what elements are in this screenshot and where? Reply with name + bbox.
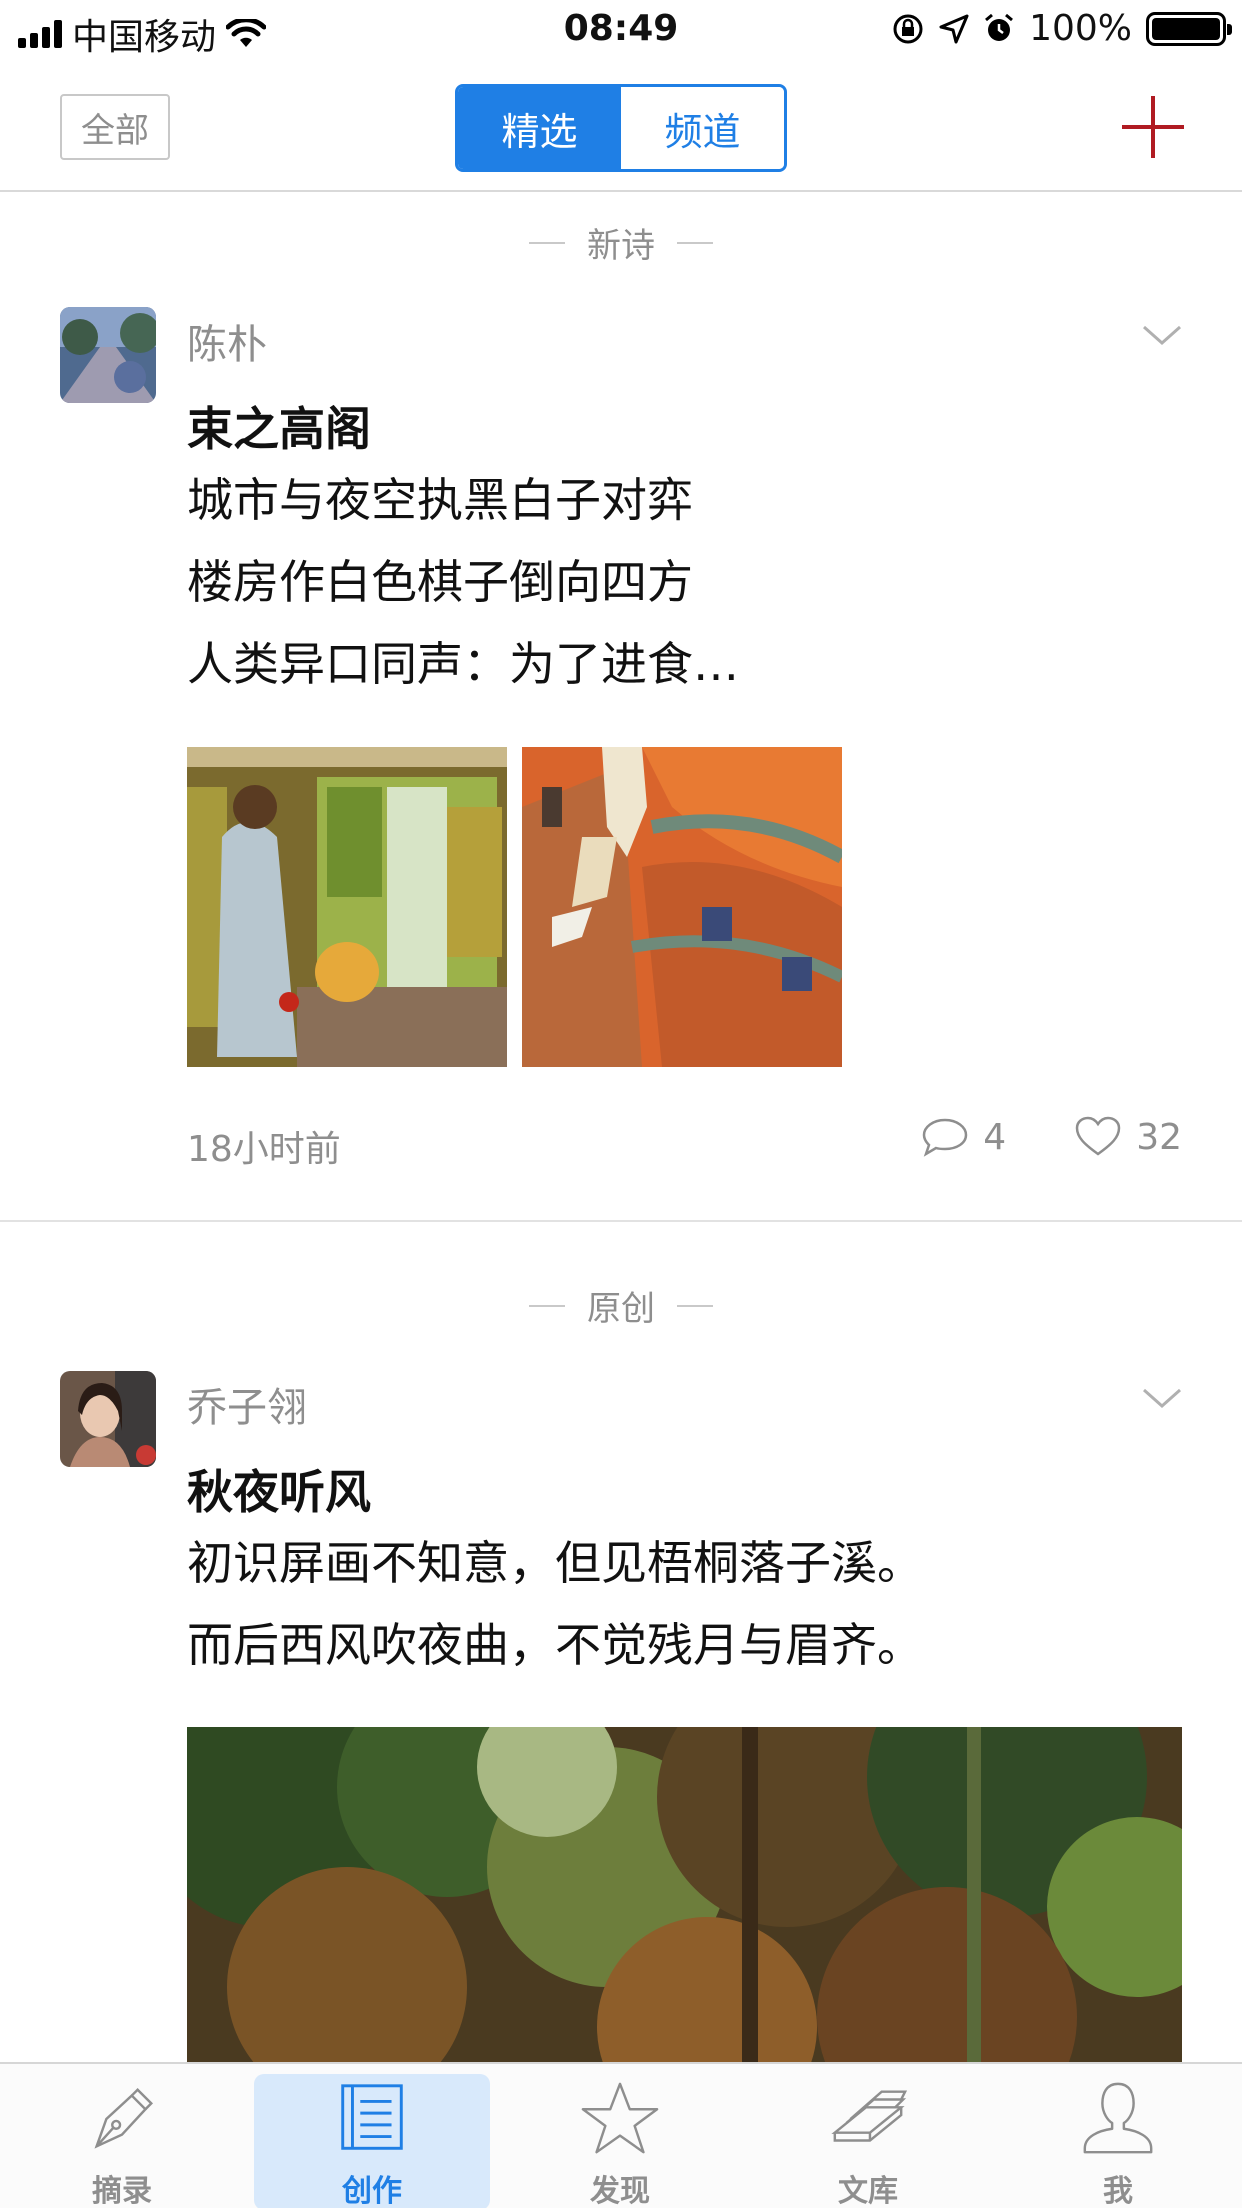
tab-me[interactable]: 我	[1000, 2064, 1236, 2208]
tab-create[interactable]: 创作	[254, 2064, 490, 2208]
books-icon	[831, 2090, 908, 2142]
chevron-down-icon[interactable]	[1140, 313, 1184, 357]
orientation-lock-icon	[893, 14, 923, 43]
post-stats: 4 32	[921, 1116, 1182, 1158]
all-button[interactable]: 全部	[60, 94, 170, 160]
person-icon	[1083, 2082, 1153, 2154]
tab-discover[interactable]: 发现	[502, 2064, 738, 2208]
tab-label: 文库	[838, 2174, 898, 2208]
segment-featured[interactable]: 精选	[458, 87, 621, 169]
tab-label: 摘录	[92, 2174, 152, 2208]
chevron-down-icon[interactable]	[1140, 1376, 1184, 1420]
battery-icon	[1146, 11, 1232, 46]
section-header: 新诗	[0, 218, 1242, 267]
section-header: 原创	[0, 1281, 1242, 1330]
post-image[interactable]	[187, 747, 507, 1067]
post-time: 18小时前	[187, 1129, 341, 1170]
comment-count: 4	[983, 1116, 1007, 1158]
post-title[interactable]: 秋夜听风	[187, 1456, 371, 1522]
section-label: 新诗	[587, 226, 655, 266]
add-icon[interactable]	[1122, 96, 1184, 158]
avatar[interactable]	[60, 307, 156, 403]
segment-channels[interactable]: 频道	[621, 87, 784, 169]
excerpt-line: 人类异口同声：为了进食…	[187, 637, 739, 691]
post-image[interactable]	[522, 747, 842, 1067]
author-name[interactable]: 陈朴	[187, 312, 267, 370]
document-icon	[341, 2084, 403, 2150]
post-image[interactable]	[187, 1727, 1182, 2062]
section-label: 原创	[587, 1289, 655, 1329]
location-icon	[939, 14, 969, 43]
alarm-icon	[985, 13, 1014, 41]
segmented-control: 精选 频道	[455, 84, 787, 172]
post-title[interactable]: 束之高阁	[187, 393, 371, 459]
battery-percent: 100%	[1029, 8, 1132, 49]
status-right: 100%	[891, 8, 1232, 49]
comment-icon[interactable]	[921, 1116, 969, 1158]
star-icon	[581, 2082, 659, 2154]
avatar[interactable]	[60, 1371, 156, 1467]
top-nav: 全部 精选 频道	[0, 62, 1242, 192]
post-excerpt[interactable]: 城市与夜空执黑白子对弈 楼房作白色棋子倒向四方 人类异口同声：为了进食…	[187, 459, 739, 705]
tab-library[interactable]: 文库	[750, 2064, 986, 2208]
excerpt-line: 城市与夜空执黑白子对弈	[187, 473, 693, 527]
tab-label: 发现	[590, 2174, 650, 2208]
excerpt-line: 楼房作白色棋子倒向四方	[187, 555, 693, 609]
status-bar: 中国移动 08:49 100%	[0, 0, 1242, 62]
heart-icon[interactable]	[1074, 1116, 1122, 1158]
excerpt-line: 初识屏画不知意，但见梧桐落子溪。	[187, 1536, 923, 1590]
post-excerpt[interactable]: 初识屏画不知意，但见梧桐落子溪。 而后西风吹夜曲，不觉残月与眉齐。	[187, 1522, 923, 1686]
excerpt-line: 而后西风吹夜曲，不觉残月与眉齐。	[187, 1618, 923, 1672]
pen-nib-icon	[94, 2087, 154, 2149]
divider	[0, 1220, 1242, 1222]
like-count: 32	[1136, 1116, 1182, 1158]
tab-excerpts[interactable]: 摘录	[4, 2064, 240, 2208]
author-name[interactable]: 乔子翎	[187, 1375, 307, 1433]
tab-label: 我	[1103, 2174, 1133, 2208]
tab-label: 创作	[342, 2174, 402, 2208]
tab-bar: 摘录 创作 发现 文库 我	[0, 2062, 1242, 2208]
